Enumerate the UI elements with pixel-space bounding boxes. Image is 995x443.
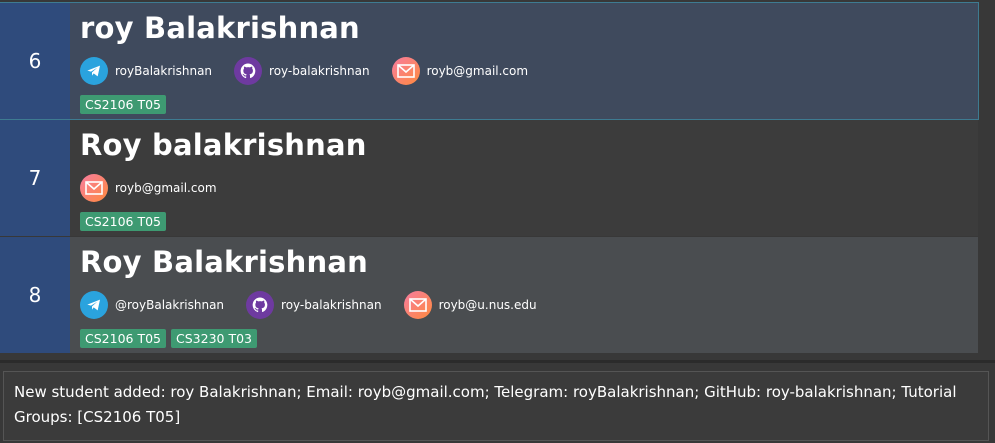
github-icon — [246, 291, 275, 319]
github-contact[interactable]: roy-balakrishnan — [246, 291, 382, 319]
contact-row: royBalakrishnan roy-balakrishnan royb@gm… — [80, 55, 550, 87]
telegram-handle: royBalakrishnan — [115, 64, 213, 78]
github-username: roy-balakrishnan — [269, 64, 370, 78]
person-index: 7 — [0, 120, 70, 236]
email-icon — [403, 291, 432, 319]
email-address: royb@u.nus.edu — [438, 298, 537, 312]
email-contact[interactable]: royb@gmail.com — [391, 57, 529, 85]
person-card-body: roy Balakrishnan royBalakrishnan roy-bal… — [70, 3, 978, 119]
person-name: Roy balakrishnan — [80, 128, 367, 162]
github-icon — [234, 57, 263, 85]
tutorial-group-tag: CS2106 T05 — [80, 212, 166, 231]
person-index: 8 — [0, 237, 70, 353]
person-card-body: Roy balakrishnan royb@gmail.com CS2106 T… — [70, 120, 978, 236]
telegram-contact[interactable]: @royBalakrishnan — [80, 291, 224, 319]
telegram-handle: @royBalakrishnan — [115, 298, 225, 312]
scrollbar-track[interactable] — [979, 0, 995, 357]
email-contact[interactable]: royb@gmail.com — [80, 174, 217, 202]
email-address: royb@gmail.com — [426, 64, 529, 78]
pane-divider[interactable] — [0, 360, 995, 363]
github-contact[interactable]: roy-balakrishnan — [234, 57, 370, 85]
person-card-body: Roy Balakrishnan @royBalakrishnan roy-ba… — [70, 237, 978, 353]
person-name: roy Balakrishnan — [80, 11, 360, 45]
tutorial-group-tag: CS2106 T05 — [80, 329, 166, 348]
email-contact[interactable]: royb@u.nus.edu — [403, 291, 537, 319]
tutorial-group-tag: CS3230 T03 — [171, 329, 257, 348]
telegram-icon — [80, 291, 108, 319]
contact-row: @royBalakrishnan roy-balakrishnan royb@u… — [80, 289, 559, 321]
telegram-icon — [80, 57, 108, 85]
tag-list: CS2106 T05 CS3230 T03 — [80, 329, 262, 348]
github-username: roy-balakrishnan — [281, 298, 382, 312]
person-card[interactable]: 8 Roy Balakrishnan @royBalakrishnan roy-… — [0, 237, 978, 353]
tag-list: CS2106 T05 — [80, 95, 171, 114]
person-list[interactable]: 6 roy Balakrishnan royBalakrishnan roy-b… — [0, 0, 995, 357]
person-name: Roy Balakrishnan — [80, 245, 368, 279]
person-index: 6 — [0, 3, 70, 119]
person-card[interactable]: 7 Roy balakrishnan royb@gmail.com CS2106… — [0, 120, 978, 236]
telegram-contact[interactable]: royBalakrishnan — [80, 57, 212, 85]
email-address: royb@gmail.com — [115, 181, 217, 195]
tag-list: CS2106 T05 — [80, 212, 171, 231]
contact-row: royb@gmail.com — [80, 172, 239, 204]
tutorial-group-tag: CS2106 T05 — [80, 95, 166, 114]
result-display: New student added: roy Balakrishnan; Ema… — [3, 371, 989, 441]
email-icon — [391, 57, 420, 85]
email-icon — [80, 174, 108, 202]
person-card[interactable]: 6 roy Balakrishnan royBalakrishnan roy-b… — [0, 2, 979, 120]
